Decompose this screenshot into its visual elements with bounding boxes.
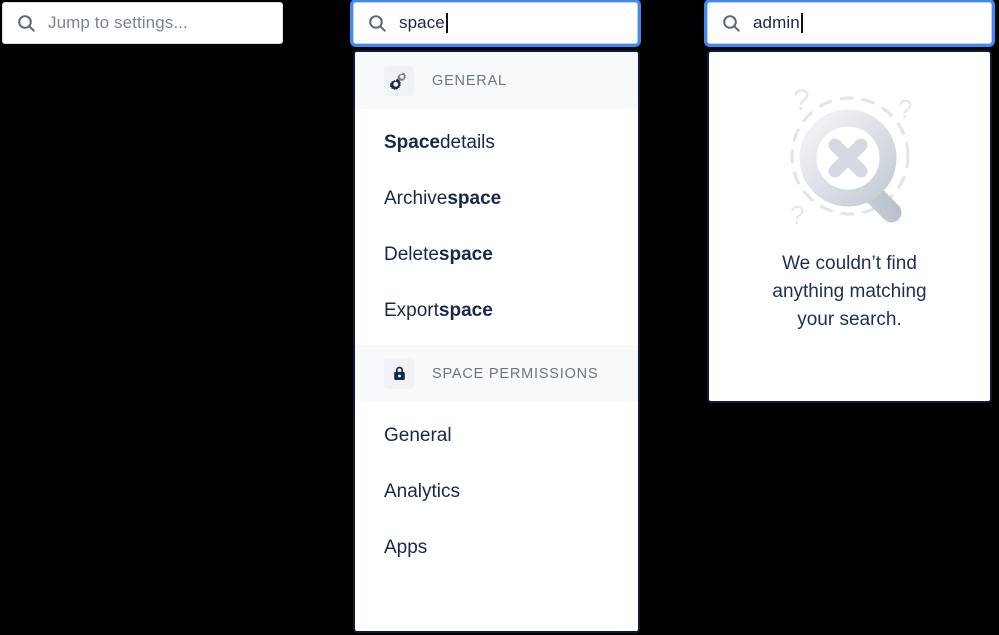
search-placeholder-text: Jump to settings...	[48, 13, 188, 32]
lock-icon	[384, 358, 414, 389]
results-section-list-general: Space details Archive space Delete space…	[355, 109, 638, 339]
search-icon	[369, 14, 386, 32]
settings-search-field-space[interactable]: space	[353, 2, 638, 44]
settings-search-field-empty[interactable]: Jump to settings...	[2, 2, 283, 44]
search-icon	[18, 14, 35, 32]
result-label-prefix: General	[384, 425, 452, 446]
result-label-prefix: Delete	[384, 244, 439, 265]
text-caret	[800, 13, 803, 33]
result-label-match: space	[438, 244, 493, 265]
cogs-icon	[384, 65, 414, 96]
svg-text:?: ?	[793, 84, 810, 117]
svg-text:?: ?	[790, 200, 804, 230]
results-section-title: GENERAL	[432, 72, 507, 89]
result-label-prefix: Archive	[384, 188, 448, 209]
no-results-message: We couldn’t find anything matching your …	[772, 253, 927, 330]
search-no-results-panel: ? ? ? We couldn’t find anything matching…	[707, 50, 992, 403]
result-label-suffix: details	[439, 132, 495, 153]
search-input-value: admin	[753, 13, 800, 32]
result-label-match: Space	[384, 132, 440, 153]
result-label-match: space	[447, 188, 502, 209]
result-label-prefix: Analytics	[384, 481, 461, 502]
result-item-export-space[interactable]: Export space	[355, 283, 638, 339]
search-results-dropdown: GENERAL Space details Archive space Dele…	[353, 50, 640, 633]
result-label-prefix: Export	[384, 300, 439, 321]
result-item-apps[interactable]: Apps	[355, 520, 638, 576]
results-section-list-space-permissions: General Analytics Apps	[355, 402, 638, 576]
result-item-space-details[interactable]: Space details	[355, 115, 638, 171]
result-item-archive-space[interactable]: Archive space	[355, 171, 638, 227]
result-label-match: space	[438, 300, 493, 321]
svg-text:?: ?	[898, 94, 912, 124]
settings-search-field-admin[interactable]: admin	[707, 2, 992, 44]
search-icon	[723, 14, 740, 32]
results-section-title: SPACE PERMISSIONS	[432, 365, 599, 382]
result-item-general[interactable]: General	[355, 408, 638, 464]
result-item-analytics[interactable]: Analytics	[355, 464, 638, 520]
magnifier-no-results-icon: ? ? ?	[790, 84, 912, 230]
results-section-header-general: GENERAL	[355, 52, 638, 109]
search-input-value: space	[399, 13, 445, 32]
result-label-prefix: Apps	[384, 537, 428, 558]
results-section-header-space-permissions: SPACE PERMISSIONS	[355, 345, 638, 402]
text-caret	[445, 13, 448, 33]
result-item-delete-space[interactable]: Delete space	[355, 227, 638, 283]
